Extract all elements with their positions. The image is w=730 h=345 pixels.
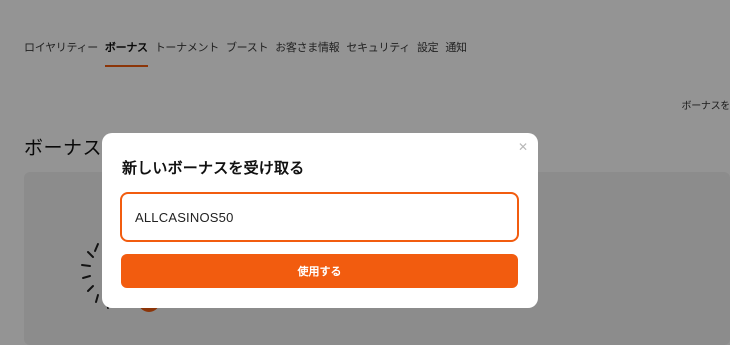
claim-bonus-modal: ✕ 新しいボーナスを受け取る 使用する	[102, 133, 538, 308]
close-icon[interactable]: ✕	[516, 140, 530, 154]
bonus-code-input[interactable]	[120, 192, 519, 242]
modal-title: 新しいボーナスを受け取る	[122, 159, 305, 177]
use-code-button[interactable]: 使用する	[121, 254, 518, 288]
